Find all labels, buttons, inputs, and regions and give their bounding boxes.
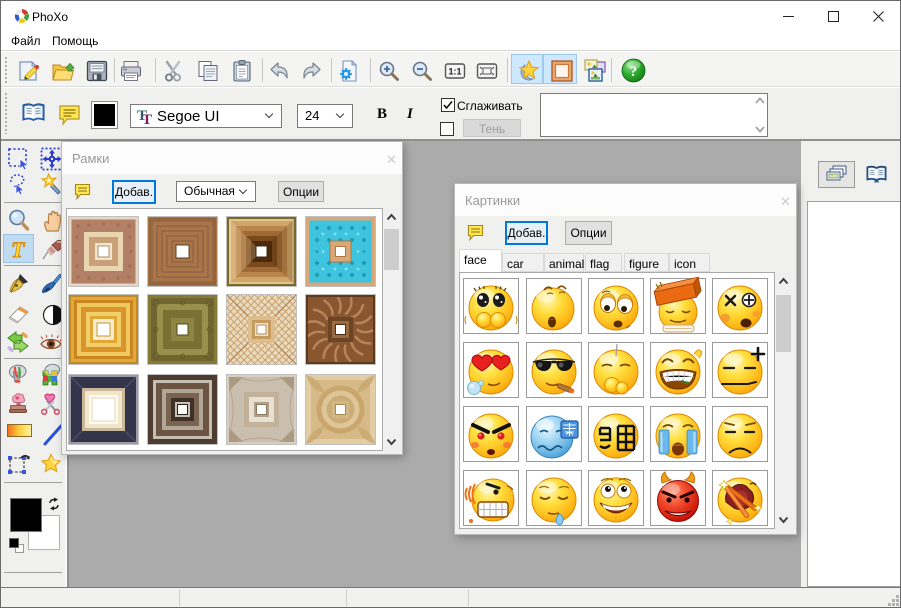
- svg-text:1:1: 1:1: [448, 67, 461, 77]
- svg-text:T: T: [142, 112, 152, 126]
- svg-text:T: T: [11, 237, 26, 261]
- svg-text:?: ?: [630, 64, 638, 80]
